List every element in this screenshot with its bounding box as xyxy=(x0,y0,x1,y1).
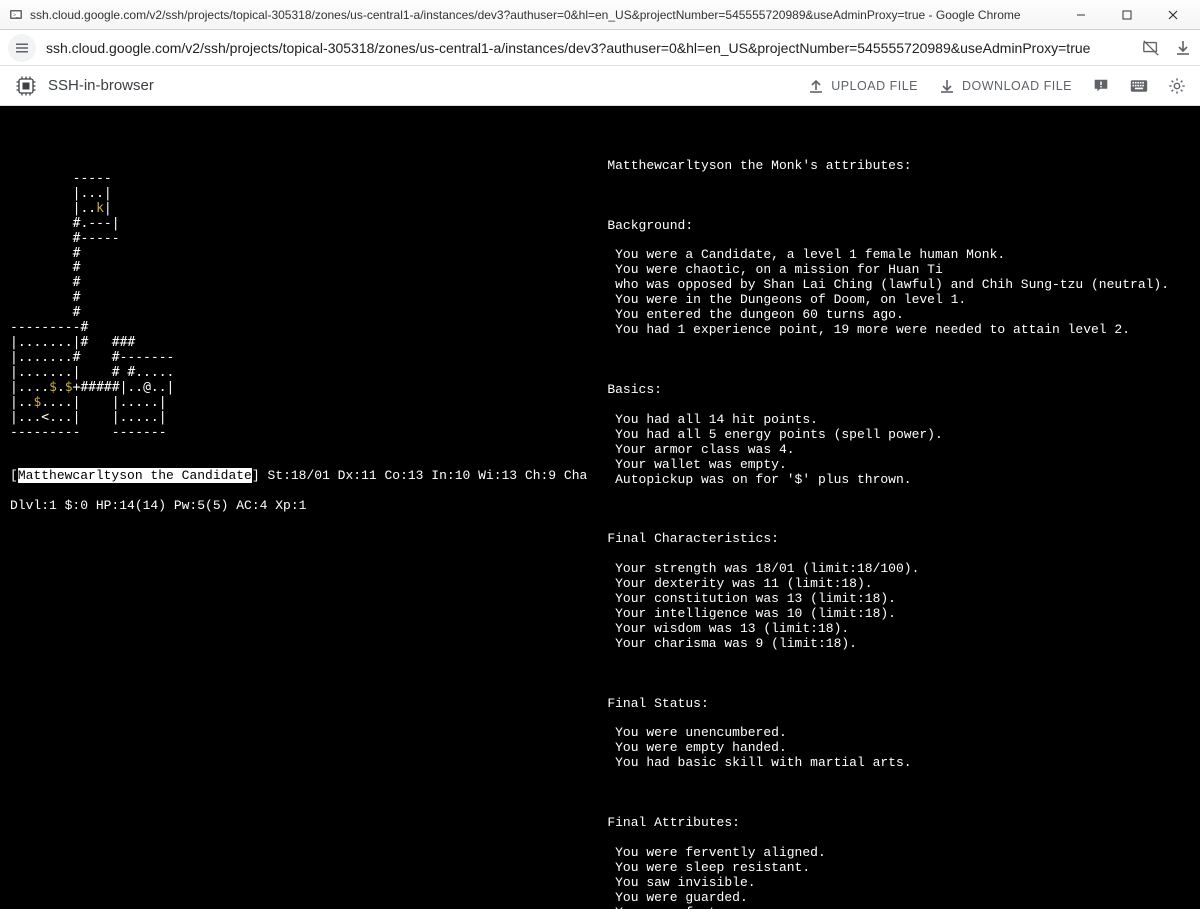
status-line-1: [Matthewcarltyson the Candidate] St:18/0… xyxy=(10,469,587,484)
close-button[interactable] xyxy=(1150,0,1196,30)
download-indicator-icon[interactable] xyxy=(1174,39,1192,57)
attributes-title: Matthewcarltyson the Monk's attributes: xyxy=(607,159,1190,174)
attr-line: You were guarded. xyxy=(607,891,1190,906)
attr-line: You had all 5 energy points (spell power… xyxy=(607,428,1190,443)
attr-line: Your constitution was 13 (limit:18). xyxy=(607,592,1190,607)
window-controls xyxy=(1058,0,1196,30)
ssh-title: SSH-in-browser xyxy=(48,77,807,94)
attr-line: Your wisdom was 13 (limit:18). xyxy=(607,622,1190,637)
upload-icon xyxy=(807,77,825,95)
attr-line: Autopickup was on for '$' plus thrown. xyxy=(607,473,1190,488)
window-titlebar: >_ ssh.cloud.google.com/v2/ssh/projects/… xyxy=(0,0,1200,30)
attr-line: You were unencumbered. xyxy=(607,726,1190,741)
player-name-highlight: Matthewcarltyson the Candidate xyxy=(18,468,252,483)
attr-line: You were a Candidate, a level 1 female h… xyxy=(607,248,1190,263)
status-line-2: Dlvl:1 $:0 HP:14(14) Pw:5(5) AC:4 Xp:1 xyxy=(10,499,587,514)
attr-line: You were empty handed. xyxy=(607,741,1190,756)
attr-line: Your strength was 18/01 (limit:18/100). xyxy=(607,562,1190,577)
attr-line: You had 1 experience point, 19 more were… xyxy=(607,323,1190,338)
attr-line: You had basic skill with martial arts. xyxy=(607,756,1190,771)
upload-file-button[interactable]: UPLOAD FILE xyxy=(807,77,918,95)
game-right-pane: Matthewcarltyson the Monk's attributes: … xyxy=(607,144,1190,909)
settings-gear-icon[interactable] xyxy=(1168,77,1186,95)
final-attrs-title: Final Attributes: xyxy=(607,816,1190,831)
attr-line: You were sleep resistant. xyxy=(607,861,1190,876)
attr-line: You saw invisible. xyxy=(607,876,1190,891)
feedback-icon[interactable] xyxy=(1092,77,1110,95)
attr-line: You were chaotic, on a mission for Huan … xyxy=(607,263,1190,278)
download-icon xyxy=(938,77,956,95)
background-title: Background: xyxy=(607,219,1190,234)
attr-line: Your charisma was 9 (limit:18). xyxy=(607,637,1190,652)
window-title: ssh.cloud.google.com/v2/ssh/projects/top… xyxy=(30,8,1058,22)
terminal[interactable]: ----- |...| |..k| #.---| #----- # # # # … xyxy=(0,106,1200,909)
svg-text:>_: >_ xyxy=(13,12,19,18)
minimize-button[interactable] xyxy=(1058,0,1104,30)
game-map: ----- |...| |..k| #.---| #----- # # # # … xyxy=(10,172,587,441)
ssh-chip-icon xyxy=(14,74,38,98)
attr-line: Your armor class was 4. xyxy=(607,443,1190,458)
keyboard-icon[interactable] xyxy=(1130,77,1148,95)
address-url[interactable]: ssh.cloud.google.com/v2/ssh/projects/top… xyxy=(46,40,1132,56)
address-bar: ssh.cloud.google.com/v2/ssh/projects/top… xyxy=(0,30,1200,66)
final-status-title: Final Status: xyxy=(607,697,1190,712)
attr-line: You entered the dungeon 60 turns ago. xyxy=(607,308,1190,323)
game-left-pane: ----- |...| |..k| #.---| #----- # # # # … xyxy=(10,144,587,909)
final-chars-title: Final Characteristics: xyxy=(607,532,1190,547)
attr-line: You were fervently aligned. xyxy=(607,846,1190,861)
attr-line: Your wallet was empty. xyxy=(607,458,1190,473)
download-file-label: DOWNLOAD FILE xyxy=(962,79,1072,93)
site-info-chip[interactable] xyxy=(8,34,36,62)
attr-line: You had all 14 hit points. xyxy=(607,413,1190,428)
window-favicon: >_ xyxy=(8,7,24,23)
screen-share-blocked-icon[interactable] xyxy=(1142,39,1160,57)
attr-line: Your dexterity was 11 (limit:18). xyxy=(607,577,1190,592)
attr-line: who was opposed by Shan Lai Ching (lawfu… xyxy=(607,278,1190,293)
download-file-button[interactable]: DOWNLOAD FILE xyxy=(938,77,1072,95)
maximize-button[interactable] xyxy=(1104,0,1150,30)
basics-title: Basics: xyxy=(607,383,1190,398)
ssh-toolbar: SSH-in-browser UPLOAD FILE DOWNLOAD FILE xyxy=(0,66,1200,106)
attr-line: Your intelligence was 10 (limit:18). xyxy=(607,607,1190,622)
upload-file-label: UPLOAD FILE xyxy=(831,79,918,93)
attr-line: You were in the Dungeons of Doom, on lev… xyxy=(607,293,1190,308)
